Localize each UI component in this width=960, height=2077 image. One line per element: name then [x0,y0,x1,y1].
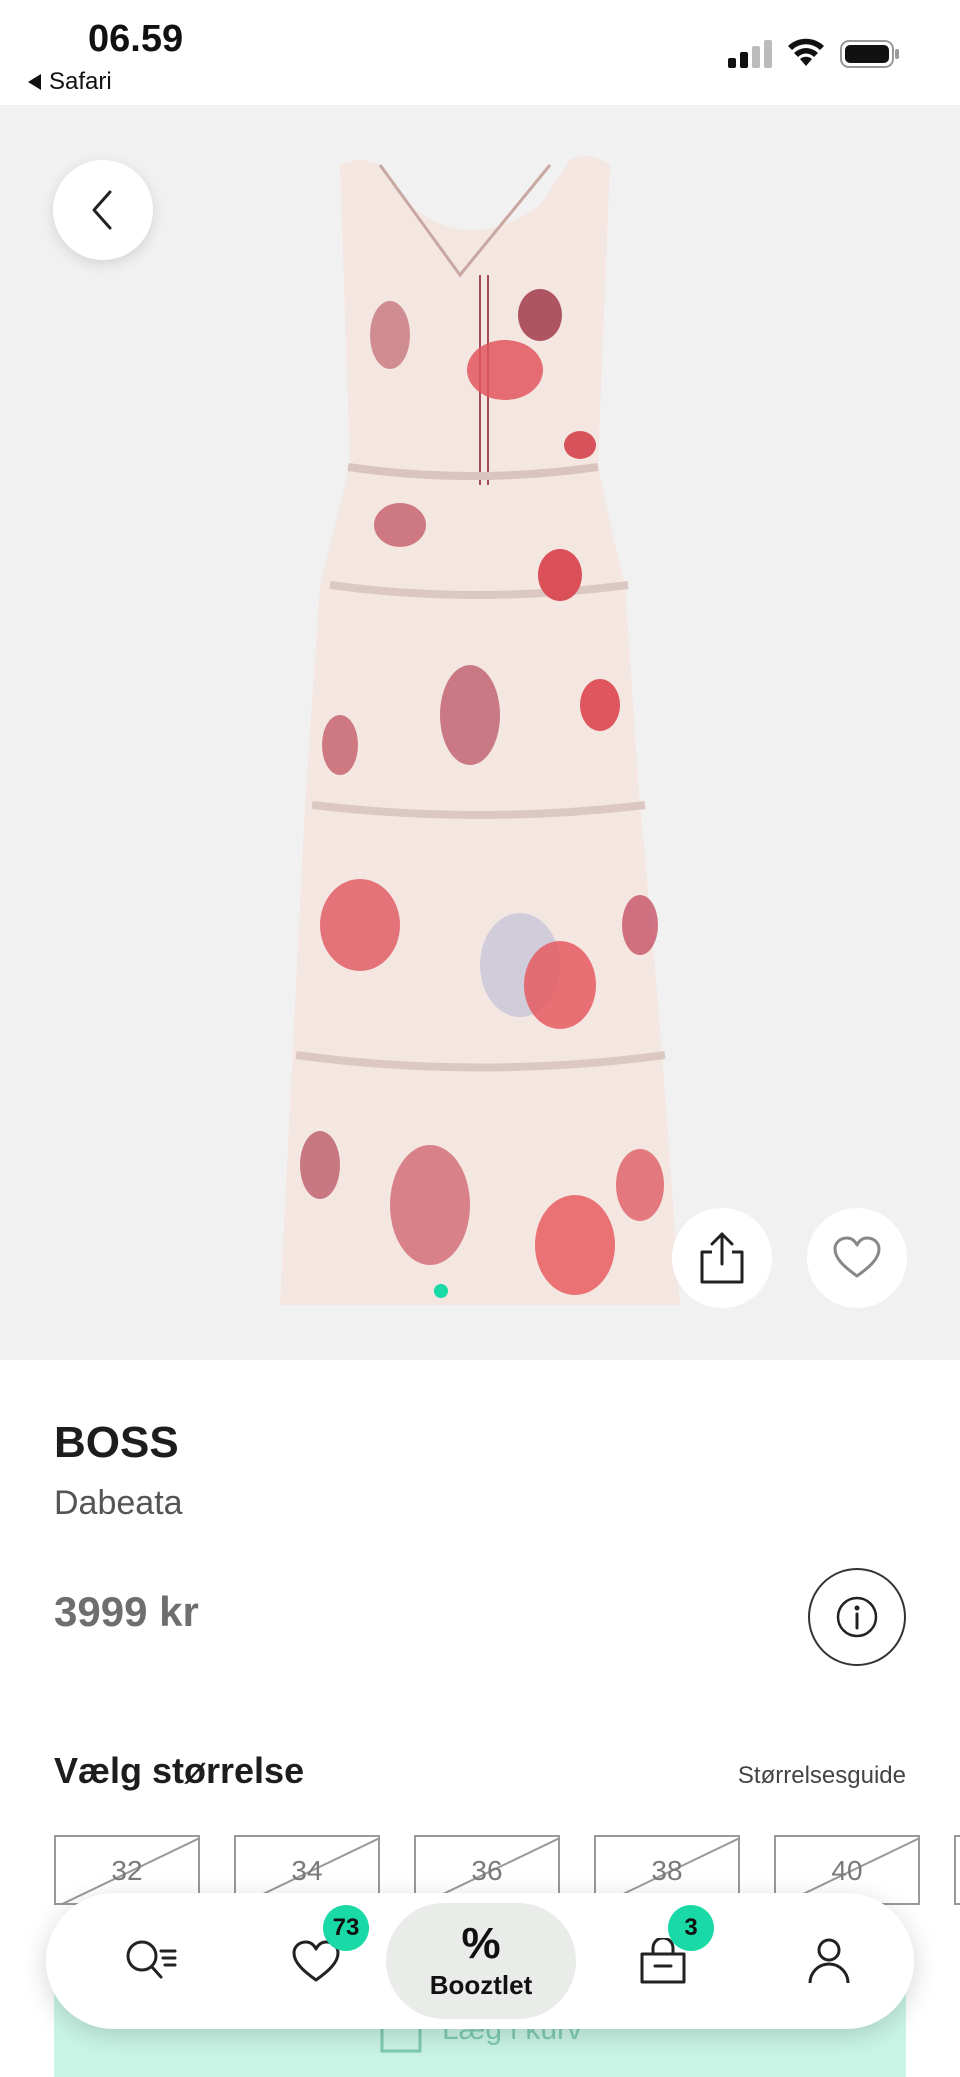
heart-icon [833,1236,881,1278]
status-bar: 06.59 Safari [0,0,960,105]
bottom-navigation: 73 % Booztlet 3 [46,1893,914,2029]
product-image [280,156,680,1305]
size-label: 36 [471,1855,503,1886]
size-guide-link[interactable]: Størrelsesguide [738,1762,906,1790]
share-button[interactable] [672,1208,772,1308]
info-icon [836,1596,878,1638]
back-button[interactable] [53,160,153,260]
battery-icon [840,40,899,68]
search-filter-icon [126,1940,177,1979]
percent-icon: % [461,1918,501,1968]
wifi-icon [788,38,824,66]
chevron-left-icon [92,190,112,230]
product-price: 3999 kr [54,1588,199,1635]
product-image-gallery[interactable] [0,105,960,1360]
size-heading: Vælg størrelse [54,1750,305,1791]
size-label: 38 [651,1855,683,1886]
signal-icon [728,40,772,68]
back-to-safari[interactable]: Safari [28,68,112,96]
size-label: 32 [111,1855,143,1886]
product-brand[interactable]: BOSS [54,1418,179,1468]
share-icon [700,1232,744,1284]
status-time: 06.59 [88,18,184,60]
nav-basket[interactable]: 3 [618,1893,714,2029]
nav-booztlet-label: Booztlet [429,1969,533,2000]
nav-search[interactable] [106,1893,196,2029]
gallery-indicator-dot [434,1284,448,1298]
product-info-button[interactable] [808,1568,906,1666]
favorite-button[interactable] [807,1208,907,1308]
size-option-partial[interactable] [954,1835,960,1905]
product-name: Dabeata [54,1484,183,1522]
nav-wishlist[interactable]: 73 [271,1893,369,2029]
basket-count-badge: 3 [668,1905,714,1951]
back-app-label: Safari [49,68,112,95]
size-label: 34 [291,1855,323,1886]
nav-account[interactable] [784,1893,874,2029]
user-icon [808,1938,850,1984]
status-icons [728,38,900,68]
wishlist-count-badge: 73 [323,1905,369,1951]
nav-booztlet[interactable]: % Booztlet [386,1903,576,2019]
size-label: 40 [831,1855,863,1886]
back-triangle-icon [28,74,41,90]
